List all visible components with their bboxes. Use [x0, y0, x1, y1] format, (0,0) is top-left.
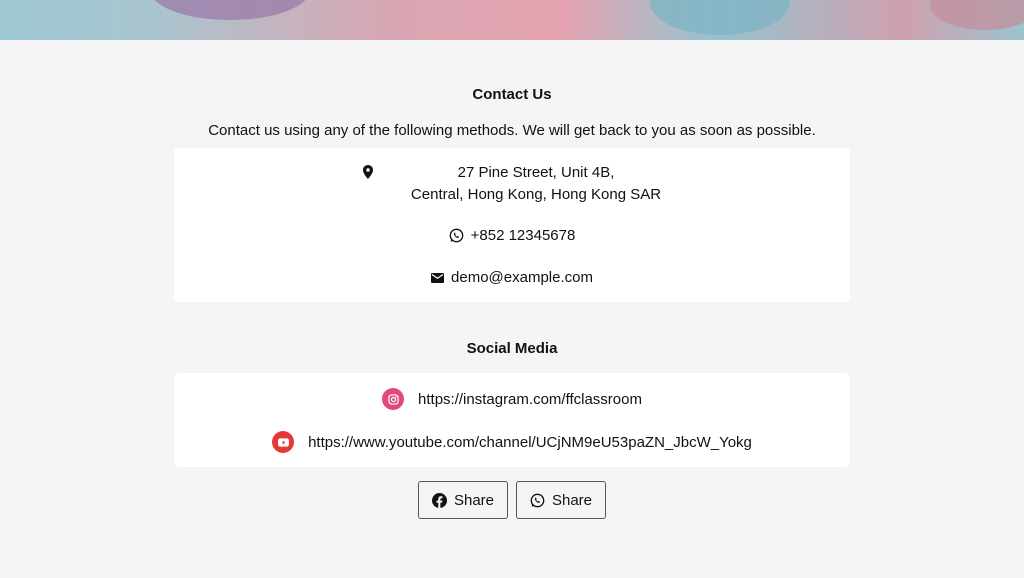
facebook-share-button[interactable]: Share — [418, 481, 508, 519]
banner-shape — [150, 0, 310, 20]
instagram-link[interactable]: https://instagram.com/ffclassroom — [418, 391, 642, 408]
whatsapp-icon — [530, 493, 545, 508]
whatsapp-share-button[interactable]: Share — [516, 481, 606, 519]
banner-shape — [650, 0, 790, 35]
banner-shape — [930, 0, 1024, 30]
youtube-icon — [272, 431, 295, 453]
facebook-share-label: Share — [453, 491, 495, 509]
instagram-row[interactable]: https://instagram.com/ffclassroom — [174, 388, 850, 410]
address-row: 27 Pine Street, Unit 4B, Central, Hong K… — [174, 162, 850, 206]
instagram-icon — [382, 388, 405, 410]
social-media-card: https://instagram.com/ffclassroom https:… — [174, 373, 850, 467]
main-content: Contact Us Contact us using any of the f… — [174, 86, 850, 519]
contact-card: 27 Pine Street, Unit 4B, Central, Hong K… — [174, 148, 850, 302]
map-pin-icon — [362, 165, 373, 179]
whatsapp-share-label: Share — [551, 491, 593, 509]
whatsapp-icon — [449, 228, 464, 243]
youtube-link[interactable]: https://www.youtube.com/channel/UCjNM9eU… — [308, 434, 752, 451]
header-banner-image — [0, 0, 1024, 40]
contact-intro: Contact us using any of the following me… — [208, 122, 816, 139]
share-buttons: Share Share — [174, 481, 850, 519]
envelope-icon — [431, 272, 445, 283]
youtube-row[interactable]: https://www.youtube.com/channel/UCjNM9eU… — [174, 431, 850, 453]
social-media-title: Social Media — [466, 340, 558, 357]
email-address: demo@example.com — [451, 269, 593, 286]
phone-number: +852 12345678 — [470, 227, 576, 244]
phone-row[interactable]: +852 12345678 — [174, 227, 850, 244]
address-line-2: Central, Hong Kong, Hong Kong SAR — [410, 186, 662, 203]
facebook-icon — [431, 492, 447, 508]
email-row[interactable]: demo@example.com — [174, 269, 850, 286]
address-text: 27 Pine Street, Unit 4B, Central, Hong K… — [411, 162, 661, 206]
address-line-1: 27 Pine Street, Unit 4B, — [457, 164, 615, 181]
contact-title: Contact Us — [472, 86, 552, 103]
